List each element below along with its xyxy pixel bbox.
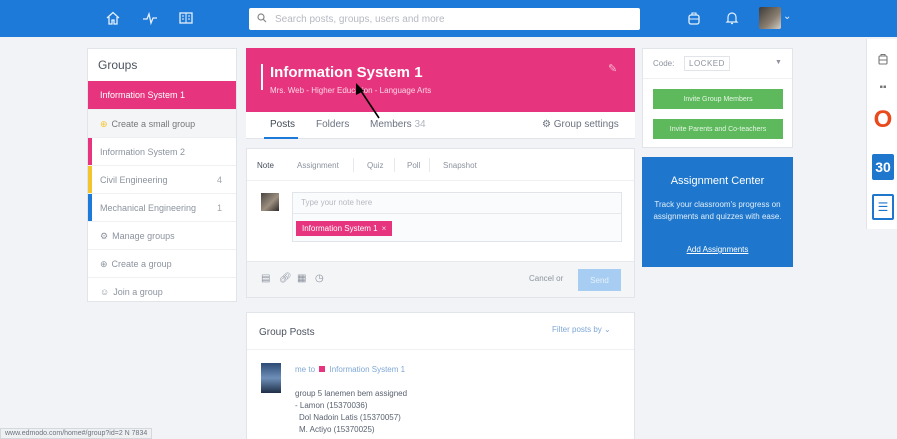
group-header: Information System 1 Mrs. Web - Higher E… xyxy=(246,48,635,112)
attachment-icon[interactable]: 🔗︎ xyxy=(279,273,292,284)
filter-posts-dropdown[interactable]: Filter posts by ⌄ xyxy=(552,325,611,334)
assignment-center-body: Track your classroom's progress on assig… xyxy=(653,200,782,221)
post-tab-note[interactable]: Note xyxy=(257,161,274,170)
assignment-center-title: Assignment Center xyxy=(670,175,765,187)
group-count-badge: 4 xyxy=(216,175,222,185)
join-group-link[interactable]: ☺ Join a group xyxy=(88,277,236,305)
recipient-chip[interactable]: Information System 1 × xyxy=(296,221,393,236)
post-text-line: M. Actiyo (15370025) xyxy=(299,425,375,434)
group-code-card: Code: LOCKED ▼ Invite Group Members Invi… xyxy=(642,48,793,148)
status-bar-url: www.edmodo.com/home#/group?id=2 N 7834 xyxy=(0,428,153,439)
post-text-line: group 5 lanemen bem assigned xyxy=(295,389,408,398)
gear-icon: ⚙ xyxy=(542,119,551,130)
tab-divider xyxy=(353,158,354,172)
note-box: Information System 1× xyxy=(292,192,622,242)
note-divider xyxy=(293,213,621,214)
post-text-line: Dol Nadoin Latis (15370057) xyxy=(299,413,401,422)
code-label: Code: xyxy=(653,59,675,68)
backpack-icon[interactable] xyxy=(872,51,894,67)
group-code-value[interactable]: LOCKED xyxy=(684,56,730,71)
manage-groups-link[interactable]: ⚙ Manage groups xyxy=(88,221,236,249)
post-tab-poll[interactable]: Poll xyxy=(407,161,420,170)
library-icon[interactable] xyxy=(176,8,196,28)
apps-strip: ▪▪ O 30 ☰ xyxy=(866,39,897,229)
user-avatar[interactable] xyxy=(759,7,781,29)
search-icon xyxy=(257,12,267,26)
send-button[interactable]: Send xyxy=(578,269,621,291)
title-accent-bar xyxy=(261,64,263,90)
tab-posts[interactable]: Posts xyxy=(270,119,295,130)
group-color-bar xyxy=(88,194,92,221)
group-settings-link[interactable]: ⚙ Group settings xyxy=(542,119,619,130)
groups-title: Groups xyxy=(98,58,138,72)
chevron-down-icon[interactable]: ⌄ xyxy=(783,11,791,22)
group-color-square xyxy=(319,366,326,372)
apps-grid-icon[interactable]: ▪▪ xyxy=(872,79,894,95)
post-meta: me to Information System 1 xyxy=(295,365,406,374)
assignment-center-card: Assignment Center Track your classroom's… xyxy=(642,157,793,267)
edit-pencil-icon[interactable]: ✎ xyxy=(608,62,617,75)
group-posts: Group Posts Filter posts by ⌄ me to Info… xyxy=(246,312,635,439)
calendar-icon[interactable]: 30 xyxy=(872,154,894,180)
tab-folders[interactable]: Folders xyxy=(316,119,349,130)
home-icon[interactable] xyxy=(103,8,123,28)
post-author-avatar[interactable] xyxy=(261,363,281,393)
post-type-tabs: Note Assignment Quiz Poll Snapshot xyxy=(247,149,634,181)
composer-footer: ▤ 🔗︎ ▦ ◷ Cancel or Send xyxy=(247,261,634,297)
tab-divider xyxy=(429,158,430,172)
file-icon[interactable]: ▤ xyxy=(261,273,270,284)
sway-icon[interactable]: ☰ xyxy=(872,194,894,220)
library-icon[interactable]: ▦ xyxy=(297,273,306,284)
group-item-mechanical-engineering[interactable]: Mechanical Engineering 1 xyxy=(88,193,236,221)
group-subtitle: Mrs. Web - Higher Education - Language A… xyxy=(270,86,432,95)
invite-parents-button[interactable]: Invite Parents and Co-teachers xyxy=(653,119,783,139)
members-count: 34 xyxy=(414,119,426,130)
caret-down-icon[interactable]: ▼ xyxy=(775,59,782,66)
remove-recipient-icon[interactable]: × xyxy=(382,224,387,233)
cancel-link[interactable]: Cancel or xyxy=(529,274,563,283)
office-icon[interactable]: O xyxy=(872,106,894,133)
top-nav-bar: ⌄ xyxy=(0,0,897,37)
group-tabs: Posts Folders Members 34 ⚙ Group setting… xyxy=(246,112,635,139)
create-group-link[interactable]: ⊕ Create a group xyxy=(88,249,236,277)
group-item-civil-engineering[interactable]: Civil Engineering 4 xyxy=(88,165,236,193)
post-text-line: - Lamon (15370036) xyxy=(295,401,368,410)
clock-icon[interactable]: ◷ xyxy=(315,273,324,284)
post-composer: Note Assignment Quiz Poll Snapshot Infor… xyxy=(246,148,635,298)
post-tab-assignment[interactable]: Assignment xyxy=(297,161,339,170)
composer-avatar xyxy=(261,193,279,211)
group-color-bar xyxy=(88,138,92,165)
invite-members-button[interactable]: Invite Group Members xyxy=(653,89,783,109)
search-bar[interactable] xyxy=(249,8,640,30)
note-input[interactable] xyxy=(301,198,601,207)
users-icon: ☺ xyxy=(100,287,110,297)
active-tab-indicator xyxy=(264,137,298,139)
group-title: Information System 1 xyxy=(270,64,423,81)
tab-divider xyxy=(394,158,395,172)
plus-circle-icon: ⊕ xyxy=(100,259,108,269)
groups-panel: Groups Information System 1 ⊕ Create a sm… xyxy=(87,48,237,302)
create-small-group-link[interactable]: ⊕ Create a small group xyxy=(88,109,236,137)
plus-circle-icon: ⊕ xyxy=(100,119,108,129)
chevron-down-icon: ⌄ xyxy=(604,325,611,334)
group-color-bar xyxy=(88,166,92,193)
post-tab-quiz[interactable]: Quiz xyxy=(367,161,383,170)
group-count-badge: 1 xyxy=(216,203,222,213)
bell-icon[interactable] xyxy=(722,8,742,28)
group-item-information-system-1[interactable]: Information System 1 xyxy=(88,81,236,109)
posts-divider xyxy=(247,349,634,350)
backpack-icon[interactable] xyxy=(684,8,704,28)
code-divider xyxy=(643,78,792,79)
gear-icon: ⚙ xyxy=(100,231,109,241)
tab-members[interactable]: Members 34 xyxy=(370,119,426,130)
group-item-information-system-2[interactable]: Information System 2 xyxy=(88,137,236,165)
search-input[interactable] xyxy=(275,13,635,25)
progress-icon[interactable] xyxy=(140,8,160,28)
group-posts-title: Group Posts xyxy=(259,327,315,338)
add-assignments-link[interactable]: Add Assignments xyxy=(642,245,793,254)
post-tab-snapshot[interactable]: Snapshot xyxy=(443,161,477,170)
